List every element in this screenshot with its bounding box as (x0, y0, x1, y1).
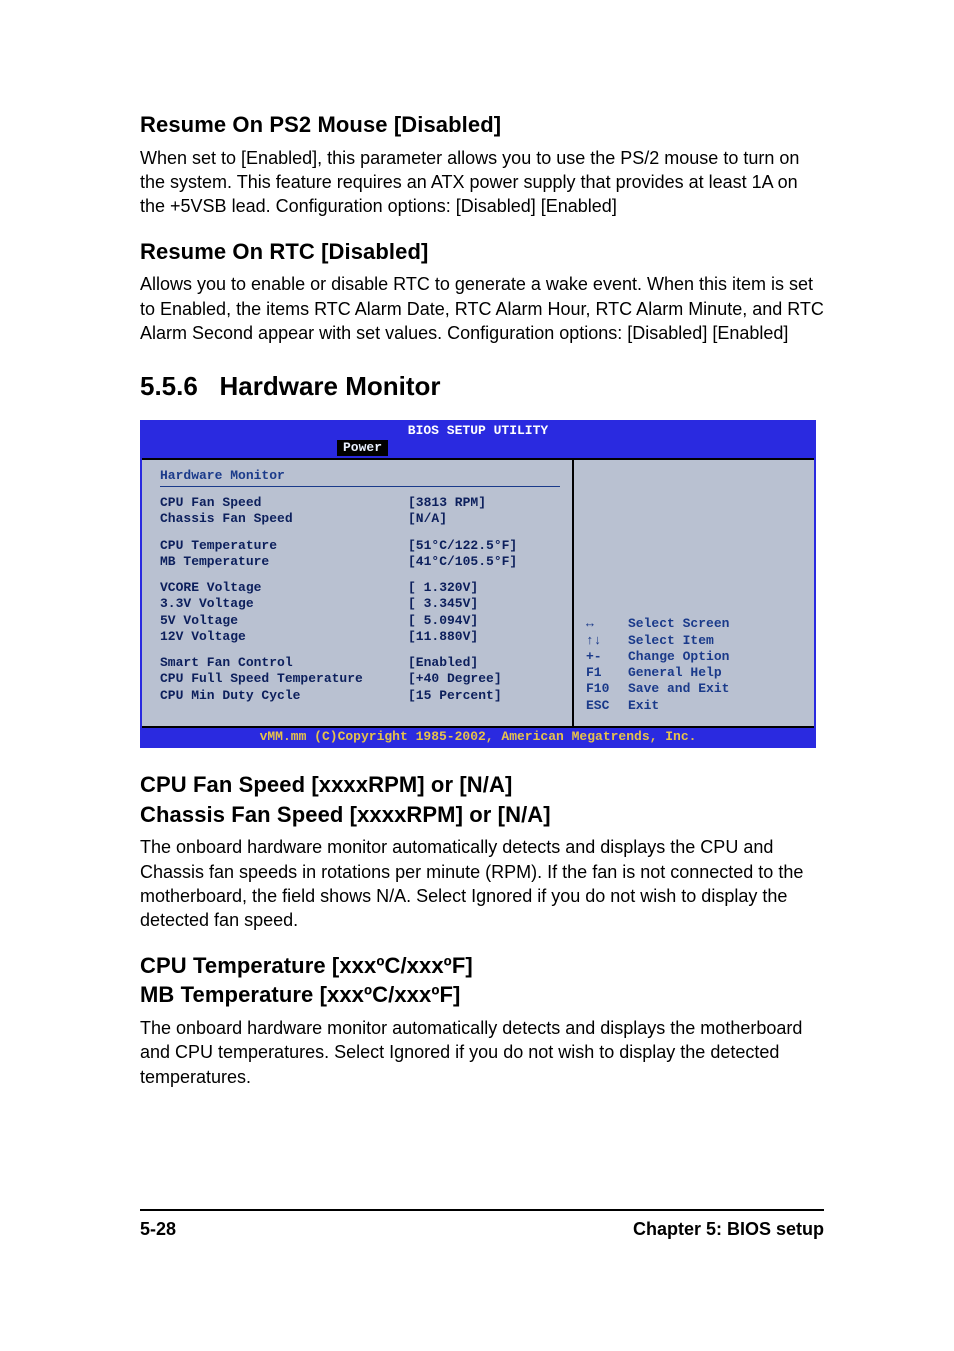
bios-item-label: CPU Fan Speed (160, 495, 408, 511)
bios-help-row: ↑↓ Select Item (586, 633, 804, 649)
bios-row[interactable]: VCORE Voltage [ 1.320V] (160, 580, 560, 596)
bios-item-label: Chassis Fan Speed (160, 511, 408, 527)
bios-item-value: [Enabled] (408, 655, 478, 671)
bios-item-value: [11.880V] (408, 629, 478, 645)
bios-item-label: MB Temperature (160, 554, 408, 570)
bios-help-pane: ↔ Select Screen ↑↓ Select Item +- Change… (574, 460, 814, 726)
bios-row[interactable]: CPU Temperature [51°C/122.5°F] (160, 538, 560, 554)
heading-hardware-monitor: 5.5.6 Hardware Monitor (140, 369, 824, 404)
bios-item-value: [N/A] (408, 511, 447, 527)
bios-item-label: 5V Voltage (160, 613, 408, 629)
chapter-title: Chapter 5: BIOS setup (633, 1217, 824, 1241)
bios-help-text: Exit (628, 698, 659, 714)
bios-item-label: 12V Voltage (160, 629, 408, 645)
bios-item-label: Smart Fan Control (160, 655, 408, 671)
bios-help-key: ESC (586, 698, 628, 714)
section-title: Hardware Monitor (220, 371, 441, 401)
heading-resume-ps2: Resume On PS2 Mouse [Disabled] (140, 110, 824, 140)
bios-item-value: [ 3.345V] (408, 596, 478, 612)
heading-cpu-fan-speed: CPU Fan Speed [xxxxRPM] or [N/A] (140, 770, 824, 800)
bios-help-row: ↔ Select Screen (586, 616, 804, 632)
paragraph-resume-rtc: Allows you to enable or disable RTC to g… (140, 272, 824, 345)
bios-left-pane: Hardware Monitor CPU Fan Speed [3813 RPM… (142, 460, 574, 726)
bios-help-text: Select Item (628, 633, 714, 649)
bios-row[interactable]: CPU Fan Speed [3813 RPM] (160, 495, 560, 511)
bios-help-key: ↔ (586, 616, 628, 632)
bios-help-key: ↑↓ (586, 633, 628, 649)
bios-help-key: +- (586, 649, 628, 665)
bios-item-value: [ 1.320V] (408, 580, 478, 596)
bios-menu-tabs: Power (142, 440, 814, 458)
bios-row[interactable]: 3.3V Voltage [ 3.345V] (160, 596, 560, 612)
bios-item-label: CPU Temperature (160, 538, 408, 554)
bios-screenshot: BIOS SETUP UTILITY Power Hardware Monito… (140, 420, 816, 748)
page-number: 5-28 (140, 1217, 176, 1241)
bios-body: Hardware Monitor CPU Fan Speed [3813 RPM… (142, 458, 814, 726)
bios-help-key: F10 (586, 681, 628, 697)
bios-item-label: 3.3V Voltage (160, 596, 408, 612)
bios-row[interactable]: MB Temperature [41°C/105.5°F] (160, 554, 560, 570)
heading-mb-temperature: MB Temperature [xxxºC/xxxºF] (140, 980, 824, 1010)
bios-row[interactable]: 5V Voltage [ 5.094V] (160, 613, 560, 629)
bios-help-row: F10 Save and Exit (586, 681, 804, 697)
bios-item-value: [3813 RPM] (408, 495, 486, 511)
heading-resume-rtc: Resume On RTC [Disabled] (140, 237, 824, 267)
bios-help-row: +- Change Option (586, 649, 804, 665)
bios-row[interactable]: CPU Min Duty Cycle [15 Percent] (160, 688, 560, 704)
bios-row[interactable]: Chassis Fan Speed [N/A] (160, 511, 560, 527)
bios-help-row: F1 General Help (586, 665, 804, 681)
bios-panel-title: Hardware Monitor (160, 468, 560, 484)
bios-tab-power[interactable]: Power (337, 440, 388, 456)
bios-title-bar: BIOS SETUP UTILITY (142, 422, 814, 439)
heading-chassis-fan-speed: Chassis Fan Speed [xxxxRPM] or [N/A] (140, 800, 824, 830)
bios-copyright: vMM.mm (C)Copyright 1985-2002, American … (142, 726, 814, 746)
bios-help-text: Save and Exit (628, 681, 729, 697)
bios-row[interactable]: CPU Full Speed Temperature [+40 Degree] (160, 671, 560, 687)
heading-cpu-temperature: CPU Temperature [xxxºC/xxxºF] (140, 951, 824, 981)
footer-divider (140, 1209, 824, 1211)
bios-help-row: ESC Exit (586, 698, 804, 714)
manual-page: Resume On PS2 Mouse [Disabled] When set … (0, 0, 954, 1281)
bios-item-label: CPU Full Speed Temperature (160, 671, 408, 687)
bios-item-label: CPU Min Duty Cycle (160, 688, 408, 704)
bios-item-label: VCORE Voltage (160, 580, 408, 596)
bios-item-value: [41°C/105.5°F] (408, 554, 517, 570)
bios-help-text: Change Option (628, 649, 729, 665)
bios-item-value: [ 5.094V] (408, 613, 478, 629)
bios-row[interactable]: 12V Voltage [11.880V] (160, 629, 560, 645)
paragraph-temperature: The onboard hardware monitor automatical… (140, 1016, 824, 1089)
section-number: 5.5.6 (140, 371, 198, 401)
bios-item-value: [+40 Degree] (408, 671, 502, 687)
divider (160, 486, 560, 487)
bios-help-list: ↔ Select Screen ↑↓ Select Item +- Change… (586, 616, 804, 714)
bios-item-value: [51°C/122.5°F] (408, 538, 517, 554)
page-footer: 5-28 Chapter 5: BIOS setup (140, 1217, 824, 1241)
bios-help-text: Select Screen (628, 616, 729, 632)
bios-help-text: General Help (628, 665, 722, 681)
paragraph-fan-speed: The onboard hardware monitor automatical… (140, 835, 824, 932)
bios-item-value: [15 Percent] (408, 688, 502, 704)
paragraph-resume-ps2: When set to [Enabled], this parameter al… (140, 146, 824, 219)
bios-row[interactable]: Smart Fan Control [Enabled] (160, 655, 560, 671)
bios-help-key: F1 (586, 665, 628, 681)
